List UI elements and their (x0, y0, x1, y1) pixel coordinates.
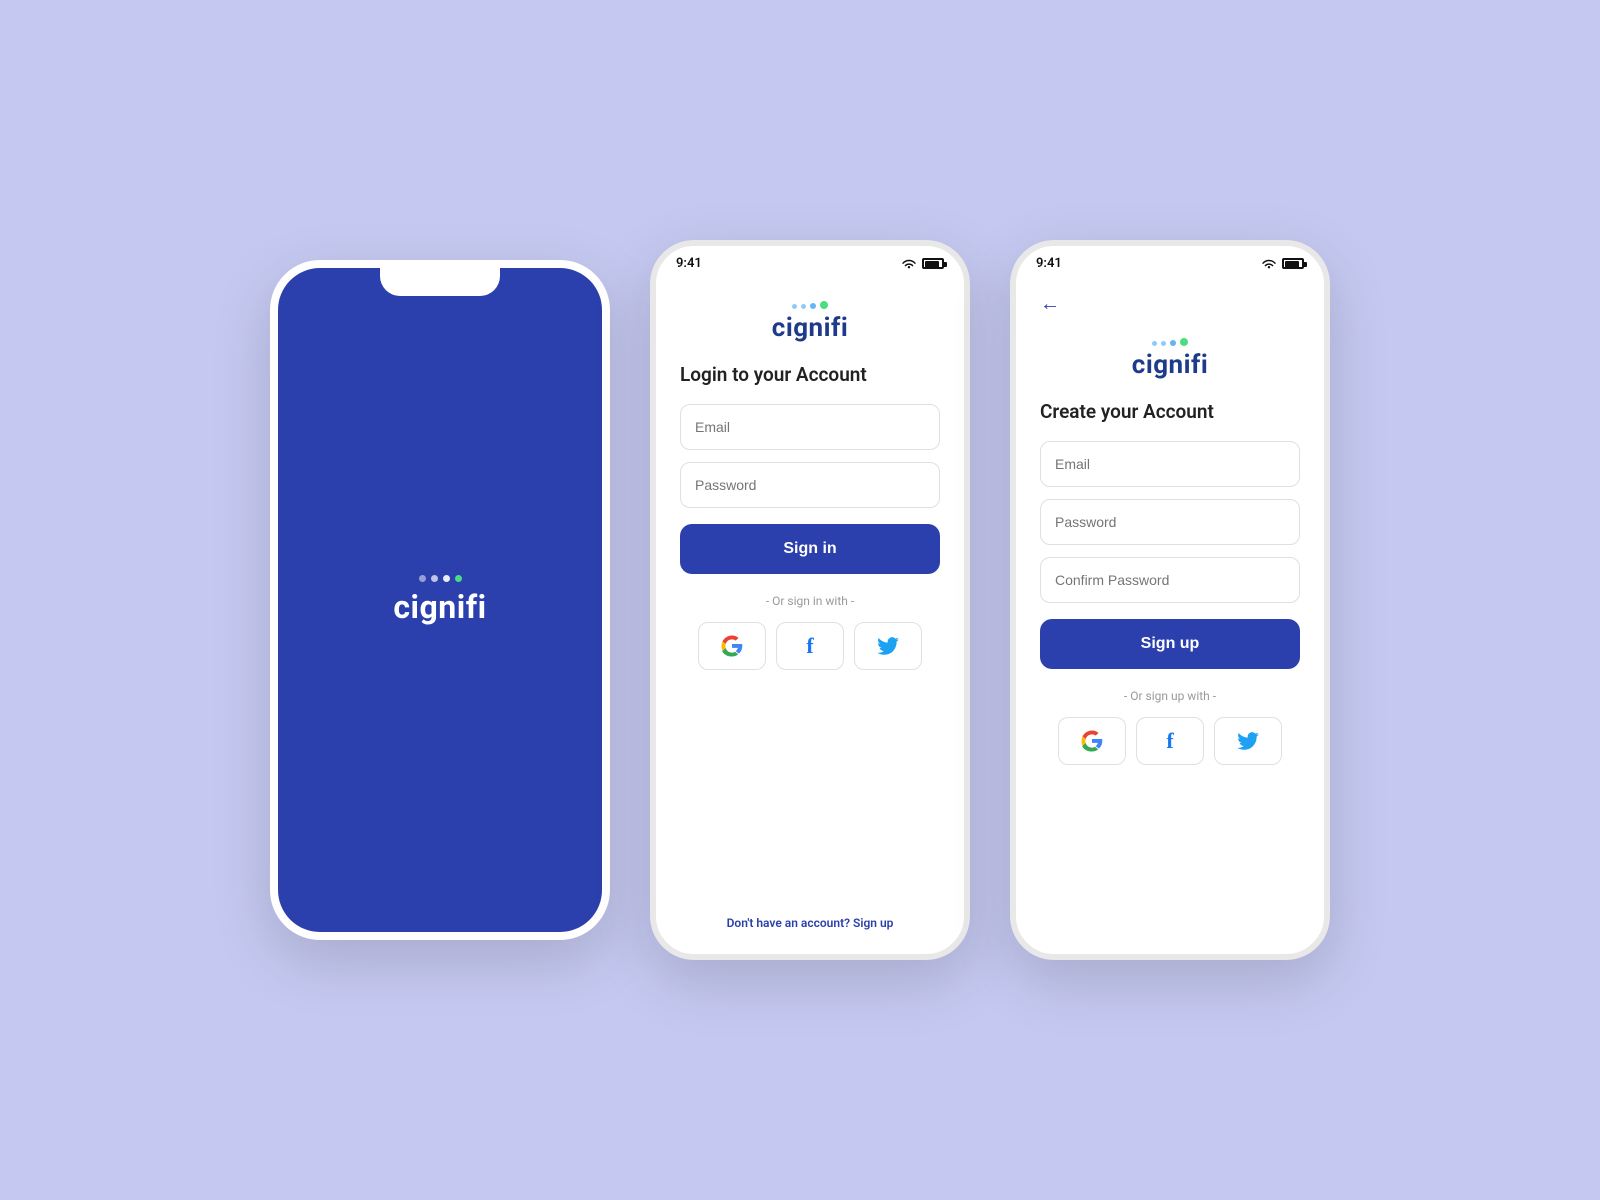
dot4-green (455, 575, 462, 582)
login-logo: cignifi (772, 301, 848, 343)
dot1 (419, 575, 426, 582)
wifi-icon-register (1261, 258, 1277, 270)
dot-2r (1161, 341, 1166, 346)
status-icons-login (901, 258, 944, 270)
dot-1r (1152, 341, 1157, 346)
register-screen-body: ← cignifi Create your Account Sign up (1016, 275, 1324, 954)
sign-up-button[interactable]: Sign up (1040, 619, 1300, 669)
battery-icon-register (1282, 258, 1304, 269)
dot-3r (1170, 340, 1176, 346)
twitter-register-button[interactable] (1214, 717, 1282, 765)
facebook-icon-reg: f (1166, 728, 1173, 754)
back-button[interactable]: ← (1040, 291, 1300, 316)
login-bottom-text: Don't have an account? (727, 916, 850, 930)
register-brand-name: cignifi (1132, 350, 1208, 380)
sign-in-button[interactable]: Sign in (680, 524, 940, 574)
google-icon (721, 635, 743, 657)
facebook-register-button[interactable]: f (1136, 717, 1204, 765)
status-bar-login: 9:41 (656, 246, 964, 275)
facebook-icon: f (806, 633, 813, 659)
twitter-icon-reg (1237, 732, 1259, 750)
login-email-input[interactable] (680, 404, 940, 450)
phone-login: 9:41 cignifi (650, 240, 970, 960)
splash-logo-container: cignifi (393, 575, 486, 626)
phone-register: 9:41 ← cignifi (1010, 240, 1330, 960)
register-social-row: f (1040, 717, 1300, 765)
login-logo-container: cignifi (680, 301, 940, 343)
dot-3 (810, 303, 816, 309)
status-time-register: 9:41 (1036, 256, 1062, 271)
splash-brand-name: cignifi (393, 588, 486, 626)
register-divider: - Or sign up with - (1040, 689, 1300, 703)
register-logo: cignifi (1132, 338, 1208, 380)
register-email-input[interactable] (1040, 441, 1300, 487)
login-brand-name: cignifi (772, 313, 848, 343)
google-login-button[interactable] (698, 622, 766, 670)
battery-fill-login (925, 261, 939, 268)
status-time-login: 9:41 (676, 256, 702, 271)
register-confirm-password-input[interactable] (1040, 557, 1300, 603)
register-title: Create your Account (1040, 400, 1300, 423)
phone-splash: cignifi (270, 260, 610, 940)
dot2 (431, 575, 438, 582)
google-register-button[interactable] (1058, 717, 1126, 765)
google-icon-reg (1081, 730, 1103, 752)
dot-1 (792, 304, 797, 309)
login-title: Login to your Account (680, 363, 940, 386)
twitter-icon (877, 637, 899, 655)
register-logo-container: cignifi (1040, 338, 1300, 380)
login-logo-dots (792, 301, 828, 309)
status-bar-register: 9:41 (1016, 246, 1324, 275)
login-screen-body: cignifi Login to your Account Sign in - … (656, 275, 964, 954)
facebook-login-button[interactable]: f (776, 622, 844, 670)
dot-2 (801, 304, 806, 309)
battery-icon-login (922, 258, 944, 269)
splash-logo-dots (419, 575, 462, 582)
dot-green-r (1180, 338, 1188, 346)
login-social-row: f (680, 622, 940, 670)
register-password-input[interactable] (1040, 499, 1300, 545)
status-icons-register (1261, 258, 1304, 270)
twitter-login-button[interactable] (854, 622, 922, 670)
dot-green (820, 301, 828, 309)
login-password-input[interactable] (680, 462, 940, 508)
wifi-icon-login (901, 258, 917, 270)
dot3 (443, 575, 450, 582)
login-divider: - Or sign in with - (680, 594, 940, 608)
battery-fill-register (1285, 261, 1299, 268)
login-bottom-link: Don't have an account? Sign up (680, 916, 940, 930)
register-logo-dots (1152, 338, 1188, 346)
login-signup-link[interactable]: Sign up (853, 916, 893, 930)
notch (380, 268, 500, 296)
